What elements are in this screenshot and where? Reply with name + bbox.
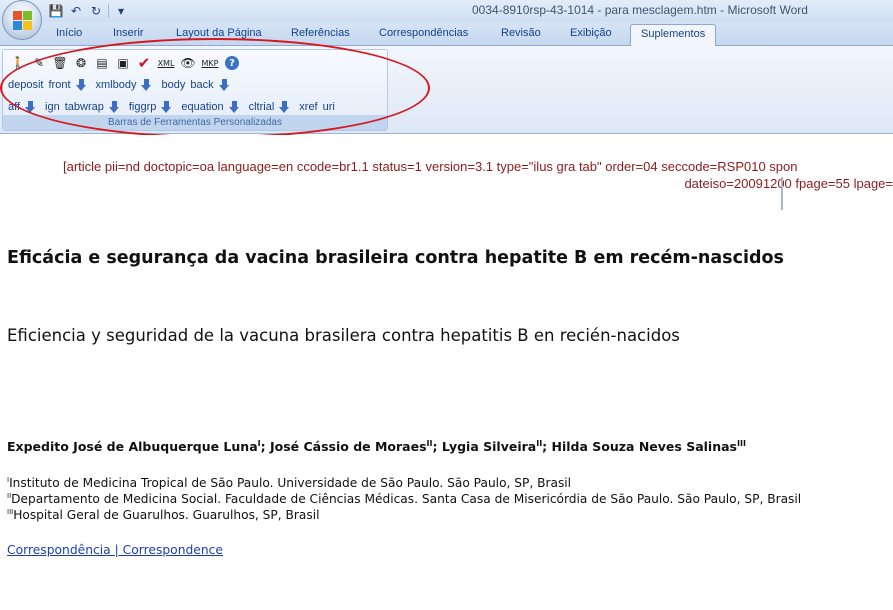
down-arrow-icon[interactable] [228,100,241,114]
document-area[interactable]: [article pii=nd doctopic=oa language=en … [0,135,893,610]
help-icon[interactable]: ? [225,56,239,70]
author-list: Expedito José de Albuquerque LunaI; José… [7,439,746,455]
redo-icon[interactable]: ↻ [88,3,104,19]
window-title: 0034-8910rsp-43-1014 - para mesclagem.ht… [472,3,808,17]
ribbon-panel: 🚶 ✎ 🗑 ❂ ▤ ▣ ✔ XML 👁 MKP ? deposit front … [0,46,893,134]
tab-suplementos[interactable]: Suplementos [630,24,717,47]
customize-qat-icon[interactable]: ▾ [113,3,129,19]
author-affiliation-mark: III [737,439,746,448]
affiliation-text: Hospital Geral de Guarulhos. Guarulhos, … [13,508,320,523]
author-name: Expedito José de Albuquerque Luna [7,439,258,455]
tag-uri[interactable]: uri [323,101,335,113]
tag-row-2: aff ign tabwrap figgrp equation cltrial … [8,99,340,115]
pen-icon[interactable]: ✎ [30,54,48,72]
checkmark-icon[interactable]: ✔ [135,54,153,72]
person-icon[interactable]: 🚶 [9,54,27,72]
tab-inicio[interactable]: Início [56,27,82,39]
affiliation-text: Instituto de Medicina Tropical de São Pa… [9,476,572,491]
article-title-pt: Eficácia e segurança da vacina brasileir… [7,248,784,268]
text-cursor [781,177,783,210]
down-arrow-icon[interactable] [279,100,291,114]
author-name: Lygia Silveira [441,439,537,455]
tab-inserir[interactable]: Inserir [113,27,144,39]
tag-xref[interactable]: xref [299,101,317,113]
affiliation: IInstituto de Medicina Tropical de São P… [7,476,571,490]
tag-body[interactable]: body [161,79,185,91]
tab-exibicao[interactable]: Exibição [570,27,612,39]
down-arrow-icon[interactable] [75,78,88,92]
down-arrow-icon[interactable] [161,100,173,114]
save-disk-icon[interactable]: ▣ [114,54,132,72]
author-affiliation-mark: I [257,439,261,448]
tab-correspondencias[interactable]: Correspondências [379,27,468,39]
trash-icon[interactable]: 🗑 [51,54,69,72]
author-affiliation-mark: II [426,439,433,448]
tab-revisao[interactable]: Revisão [501,27,541,39]
group-caption: Barras de Ferramentas Personalizadas [3,115,387,130]
xml-icon[interactable]: XML [156,54,176,72]
tab-layout-da-pagina[interactable]: Layout da Página [176,27,262,39]
mkp-icon[interactable]: MKP [200,54,220,72]
tab-referencias[interactable]: Referências [291,27,350,39]
tag-back[interactable]: back [190,79,213,91]
title-bar: 💾 ↶ ↻ ▾ 0034-8910rsp-43-1014 - para mesc… [0,0,893,22]
tag-front[interactable]: front [48,79,70,91]
tag-aff[interactable]: aff [8,101,20,113]
tag-row-1: deposit front xmlbody body back [8,77,239,93]
tag-tabwrap[interactable]: tabwrap [65,101,104,113]
tag-deposit[interactable]: deposit [8,79,43,91]
down-arrow-icon[interactable] [108,100,121,114]
tag-cltrial[interactable]: cltrial [249,101,275,113]
eye-icon[interactable]: 👁 [179,54,197,72]
author-name: Hilda Souza Neves Salinas [551,439,737,455]
author-name: José Cássio de Moraes [269,439,427,455]
article-title-es: Eficiencia y seguridad de la vacuna bras… [7,326,680,345]
qat-separator [108,4,109,18]
table-icon[interactable]: ▤ [93,54,111,72]
office-logo-icon [12,10,32,30]
tag-xmlbody[interactable]: xmlbody [96,79,137,91]
sgml-article-tag-line2: dateiso=20091200 fpage=55 lpage= [684,176,893,191]
tag-figgrp[interactable]: figgrp [129,101,157,113]
save-icon[interactable]: 💾 [48,3,64,19]
custom-toolbars-group: 🚶 ✎ 🗑 ❂ ▤ ▣ ✔ XML 👁 MKP ? deposit front … [2,49,388,131]
office-button[interactable] [2,0,42,40]
tag-ign[interactable]: ign [45,101,60,113]
markup-icon-toolbar: 🚶 ✎ 🗑 ❂ ▤ ▣ ✔ XML 👁 MKP ? [9,54,239,72]
tag-equation[interactable]: equation [181,101,223,113]
down-arrow-icon[interactable] [141,78,153,92]
down-arrow-icon[interactable] [25,100,37,114]
affiliation: IIDepartamento de Medicina Social. Facul… [7,492,801,506]
affiliation-text: Departamento de Medicina Social. Faculda… [11,492,802,507]
undo-icon[interactable]: ↶ [68,3,84,19]
author-affiliation-mark: II [536,439,543,448]
quick-access-toolbar: 💾 ↶ ↻ ▾ [48,2,129,20]
correspondence-link[interactable]: Correspondência | Correspondence [7,543,223,557]
ribbon-tab-bar: Início Inserir Layout da Página Referênc… [0,22,893,47]
affiliation: IIIHospital Geral de Guarulhos. Guarulho… [7,508,319,522]
down-arrow-icon[interactable] [218,78,231,92]
sgml-article-tag-line1: [article pii=nd doctopic=oa language=en … [63,159,798,174]
brain-icon[interactable]: ❂ [72,54,90,72]
